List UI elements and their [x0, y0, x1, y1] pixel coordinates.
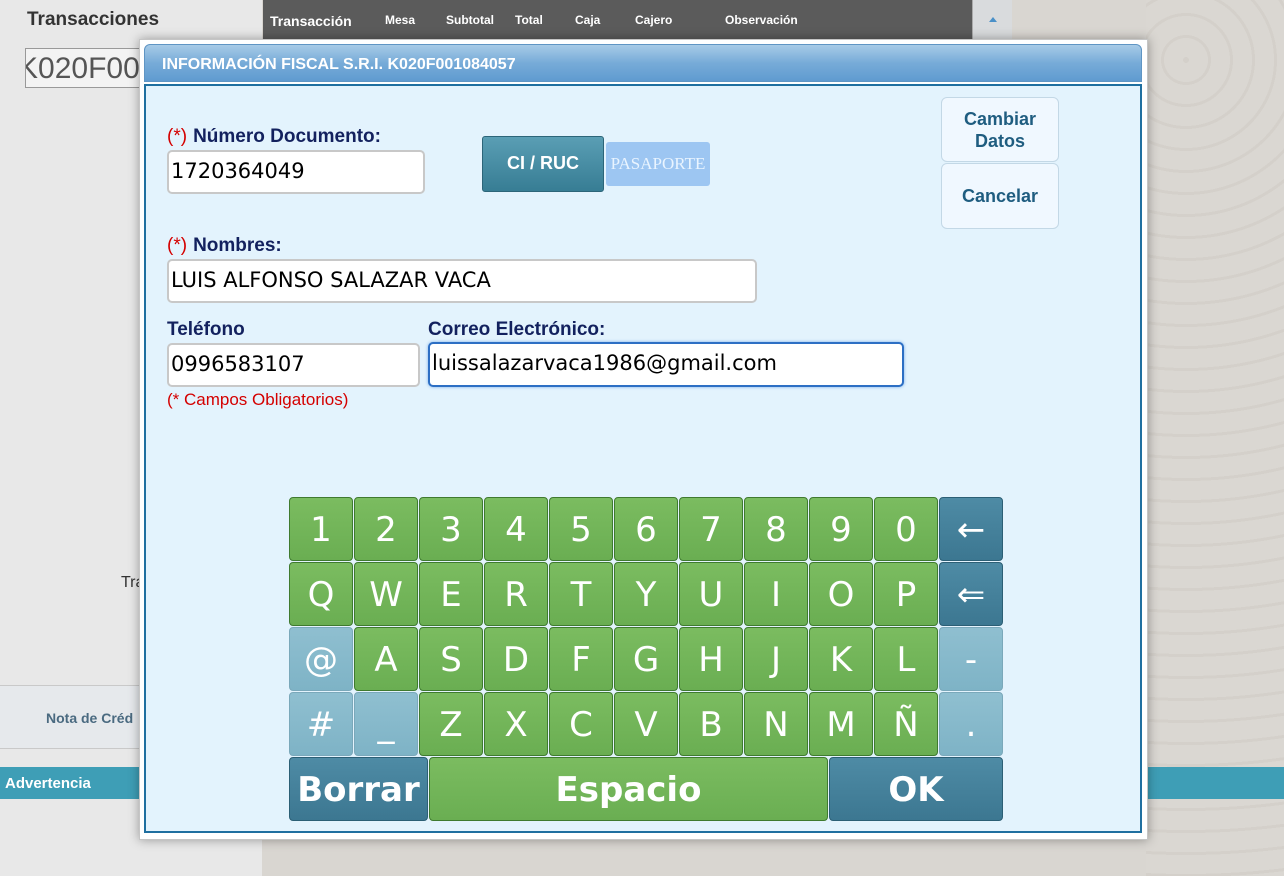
key-6[interactable]: 6 — [614, 497, 678, 561]
key-l[interactable]: L — [874, 627, 938, 691]
key-s[interactable]: S — [419, 627, 483, 691]
change-data-line2: Datos — [974, 131, 1025, 151]
space-key[interactable]: Espacio — [429, 757, 828, 821]
required-marker: (*) — [167, 126, 188, 147]
required-marker: (*) — [167, 235, 188, 256]
key-4[interactable]: 4 — [484, 497, 548, 561]
key-r[interactable]: R — [484, 562, 548, 626]
key-e[interactable]: E — [419, 562, 483, 626]
virtual-keyboard: 1 2 3 4 5 6 7 8 9 0 ← Q W E R T Y U I O … — [289, 497, 1005, 823]
key-enie[interactable]: Ñ — [874, 692, 938, 756]
names-label-text: Nombres: — [193, 235, 282, 256]
key-h[interactable]: H — [679, 627, 743, 691]
scroll-up-button[interactable] — [972, 0, 1012, 40]
key-p[interactable]: P — [874, 562, 938, 626]
backspace-key[interactable]: ← — [939, 497, 1003, 561]
dialog-header: INFORMACIÓN FISCAL S.R.I. K020F001084057 — [144, 44, 1142, 82]
key-underscore[interactable]: _ — [354, 692, 418, 756]
key-a[interactable]: A — [354, 627, 418, 691]
key-5[interactable]: 5 — [549, 497, 613, 561]
fiscal-info-dialog: INFORMACIÓN FISCAL S.R.I. K020F001084057… — [139, 39, 1148, 840]
dialog-body: (*) Número Documento: 1720364049 CI / RUC… — [144, 84, 1142, 833]
key-t[interactable]: T — [549, 562, 613, 626]
key-at[interactable]: @ — [289, 627, 353, 691]
passport-button[interactable]: PASAPORTE — [606, 142, 710, 186]
key-1[interactable]: 1 — [289, 497, 353, 561]
names-input[interactable]: LUIS ALFONSO SALAZAR VACA — [167, 259, 757, 303]
key-c[interactable]: C — [549, 692, 613, 756]
document-number-label: (*) Número Documento: — [167, 126, 381, 148]
ok-key[interactable]: OK — [829, 757, 1003, 821]
key-hash[interactable]: # — [289, 692, 353, 756]
key-j[interactable]: J — [744, 627, 808, 691]
key-v[interactable]: V — [614, 692, 678, 756]
ci-ruc-button[interactable]: CI / RUC — [482, 136, 604, 192]
key-w[interactable]: W — [354, 562, 418, 626]
key-u[interactable]: U — [679, 562, 743, 626]
transactions-table-header: Transacción Mesa Subtotal Total Caja Caj… — [263, 0, 1012, 40]
key-x[interactable]: X — [484, 692, 548, 756]
credit-note-label: Nota de Créd — [46, 710, 134, 726]
key-n[interactable]: N — [744, 692, 808, 756]
required-fields-note: (* Campos Obligatorios) — [167, 390, 349, 409]
background-pattern — [1146, 0, 1284, 876]
col-caja: Caja — [575, 13, 601, 27]
key-y[interactable]: Y — [614, 562, 678, 626]
phone-label: Teléfono — [167, 319, 245, 340]
key-b[interactable]: B — [679, 692, 743, 756]
key-i[interactable]: I — [744, 562, 808, 626]
key-period[interactable]: . — [939, 692, 1003, 756]
key-0[interactable]: 0 — [874, 497, 938, 561]
col-subtotal: Subtotal — [446, 13, 494, 27]
document-number-input[interactable]: 1720364049 — [167, 150, 425, 194]
col-mesa: Mesa — [385, 13, 416, 27]
key-f[interactable]: F — [549, 627, 613, 691]
key-dash[interactable]: - — [939, 627, 1003, 691]
email-label: Correo Electrónico: — [428, 319, 606, 340]
key-q[interactable]: Q — [289, 562, 353, 626]
email-input[interactable]: luissalazarvaca1986@gmail.com — [428, 342, 904, 387]
col-transaccion: Transacción — [270, 13, 352, 29]
phone-input[interactable]: 0996583107 — [167, 343, 420, 387]
key-2[interactable]: 2 — [354, 497, 418, 561]
key-g[interactable]: G — [614, 627, 678, 691]
key-k[interactable]: K — [809, 627, 873, 691]
key-8[interactable]: 8 — [744, 497, 808, 561]
change-data-button[interactable]: Cambiar Datos — [941, 97, 1059, 162]
names-label: (*) Nombres: — [167, 235, 282, 257]
transactions-title: Transacciones — [27, 9, 160, 30]
dialog-title: INFORMACIÓN FISCAL S.R.I. K020F001084057 — [162, 56, 516, 73]
borrar-key[interactable]: Borrar — [289, 757, 428, 821]
key-3[interactable]: 3 — [419, 497, 483, 561]
cancel-button[interactable]: Cancelar — [941, 163, 1059, 229]
col-cajero: Cajero — [635, 13, 673, 27]
key-7[interactable]: 7 — [679, 497, 743, 561]
col-total: Total — [515, 13, 543, 27]
key-m[interactable]: M — [809, 692, 873, 756]
change-data-line1: Cambiar — [963, 109, 1037, 129]
key-o[interactable]: O — [809, 562, 873, 626]
document-number-label-text: Número Documento: — [193, 126, 381, 147]
key-d[interactable]: D — [484, 627, 548, 691]
col-observacion: Observación — [725, 13, 798, 27]
delete-back-key[interactable]: ⇐ — [939, 562, 1003, 626]
key-z[interactable]: Z — [419, 692, 483, 756]
key-9[interactable]: 9 — [809, 497, 873, 561]
warning-label: Advertencia — [5, 775, 91, 792]
